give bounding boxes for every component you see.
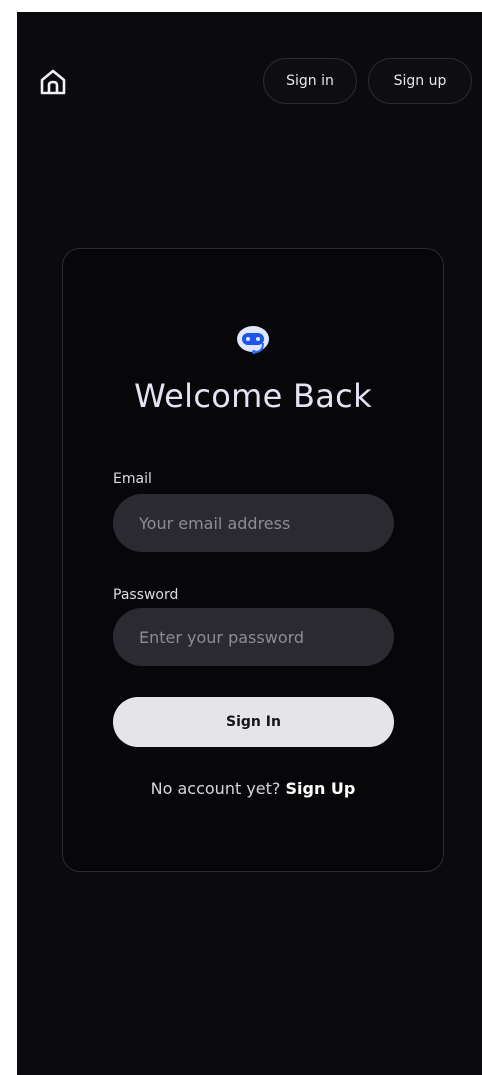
email-label: Email bbox=[113, 471, 152, 487]
nav-sign-up-button[interactable]: Sign up bbox=[368, 58, 472, 104]
sign-up-prompt-text: No account yet? bbox=[150, 779, 281, 798]
auth-screen: Sign in Sign up Welcome Back Email Passw… bbox=[17, 12, 482, 1075]
nav-sign-in-button[interactable]: Sign in bbox=[263, 58, 357, 104]
password-field[interactable] bbox=[113, 608, 394, 666]
sign-up-prompt: No account yet? Sign Up bbox=[63, 779, 443, 798]
password-label: Password bbox=[113, 587, 179, 603]
nav-sign-in-label: Sign in bbox=[286, 73, 334, 89]
home-icon bbox=[40, 69, 66, 95]
robot-headset-icon bbox=[237, 326, 269, 354]
sign-up-link[interactable]: Sign Up bbox=[285, 779, 355, 798]
email-field[interactable] bbox=[113, 494, 394, 552]
nav-sign-up-label: Sign up bbox=[393, 73, 447, 89]
page-title: Welcome Back bbox=[134, 377, 372, 415]
top-bar: Sign in Sign up bbox=[17, 12, 482, 132]
sign-in-card: Welcome Back Email Password Sign In No a… bbox=[62, 248, 444, 872]
sign-in-button[interactable]: Sign In bbox=[113, 697, 394, 747]
home-button[interactable] bbox=[35, 64, 71, 100]
